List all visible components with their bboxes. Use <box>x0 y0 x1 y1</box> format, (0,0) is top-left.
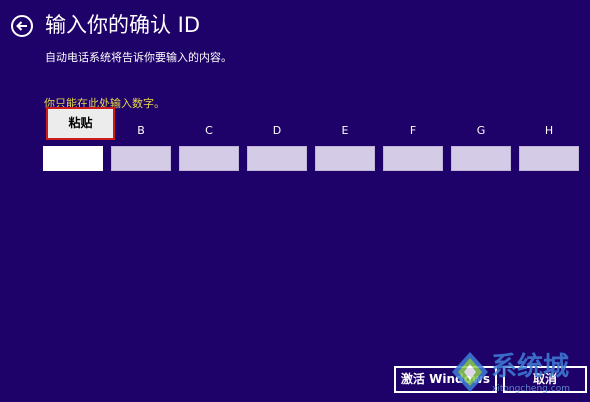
confirmation-id-field-f[interactable] <box>383 146 443 171</box>
context-menu: 粘贴 <box>46 107 115 140</box>
column-label-b: B <box>137 124 145 137</box>
confirmation-id-field-e[interactable] <box>315 146 375 171</box>
watermark-logo-icon <box>452 352 488 392</box>
column-label-f: F <box>409 124 417 137</box>
page-title: 输入你的确认 ID <box>45 13 201 37</box>
confirmation-id-field-h[interactable] <box>519 146 579 171</box>
subtitle: 自动电话系统将告诉你要输入的内容。 <box>45 51 232 64</box>
paste-menu-item[interactable]: 粘贴 <box>48 109 113 138</box>
column-label-d: D <box>272 124 282 137</box>
watermark: 系统城 xitongcheng.com <box>448 348 588 400</box>
watermark-url: xitongcheng.com <box>492 384 570 394</box>
confirmation-id-field-a[interactable] <box>43 146 103 171</box>
column-label-c: C <box>205 124 213 137</box>
confirmation-id-field-b[interactable] <box>111 146 171 171</box>
column-label-g: G <box>476 124 486 137</box>
confirmation-id-field-g[interactable] <box>451 146 511 171</box>
column-label-h: H <box>544 124 554 137</box>
confirmation-id-field-d[interactable] <box>247 146 307 171</box>
back-arrow-icon <box>16 21 27 31</box>
column-label-e: E <box>341 124 349 137</box>
confirmation-id-field-c[interactable] <box>179 146 239 171</box>
watermark-text: 系统城 <box>491 352 570 382</box>
back-button[interactable] <box>11 15 33 37</box>
